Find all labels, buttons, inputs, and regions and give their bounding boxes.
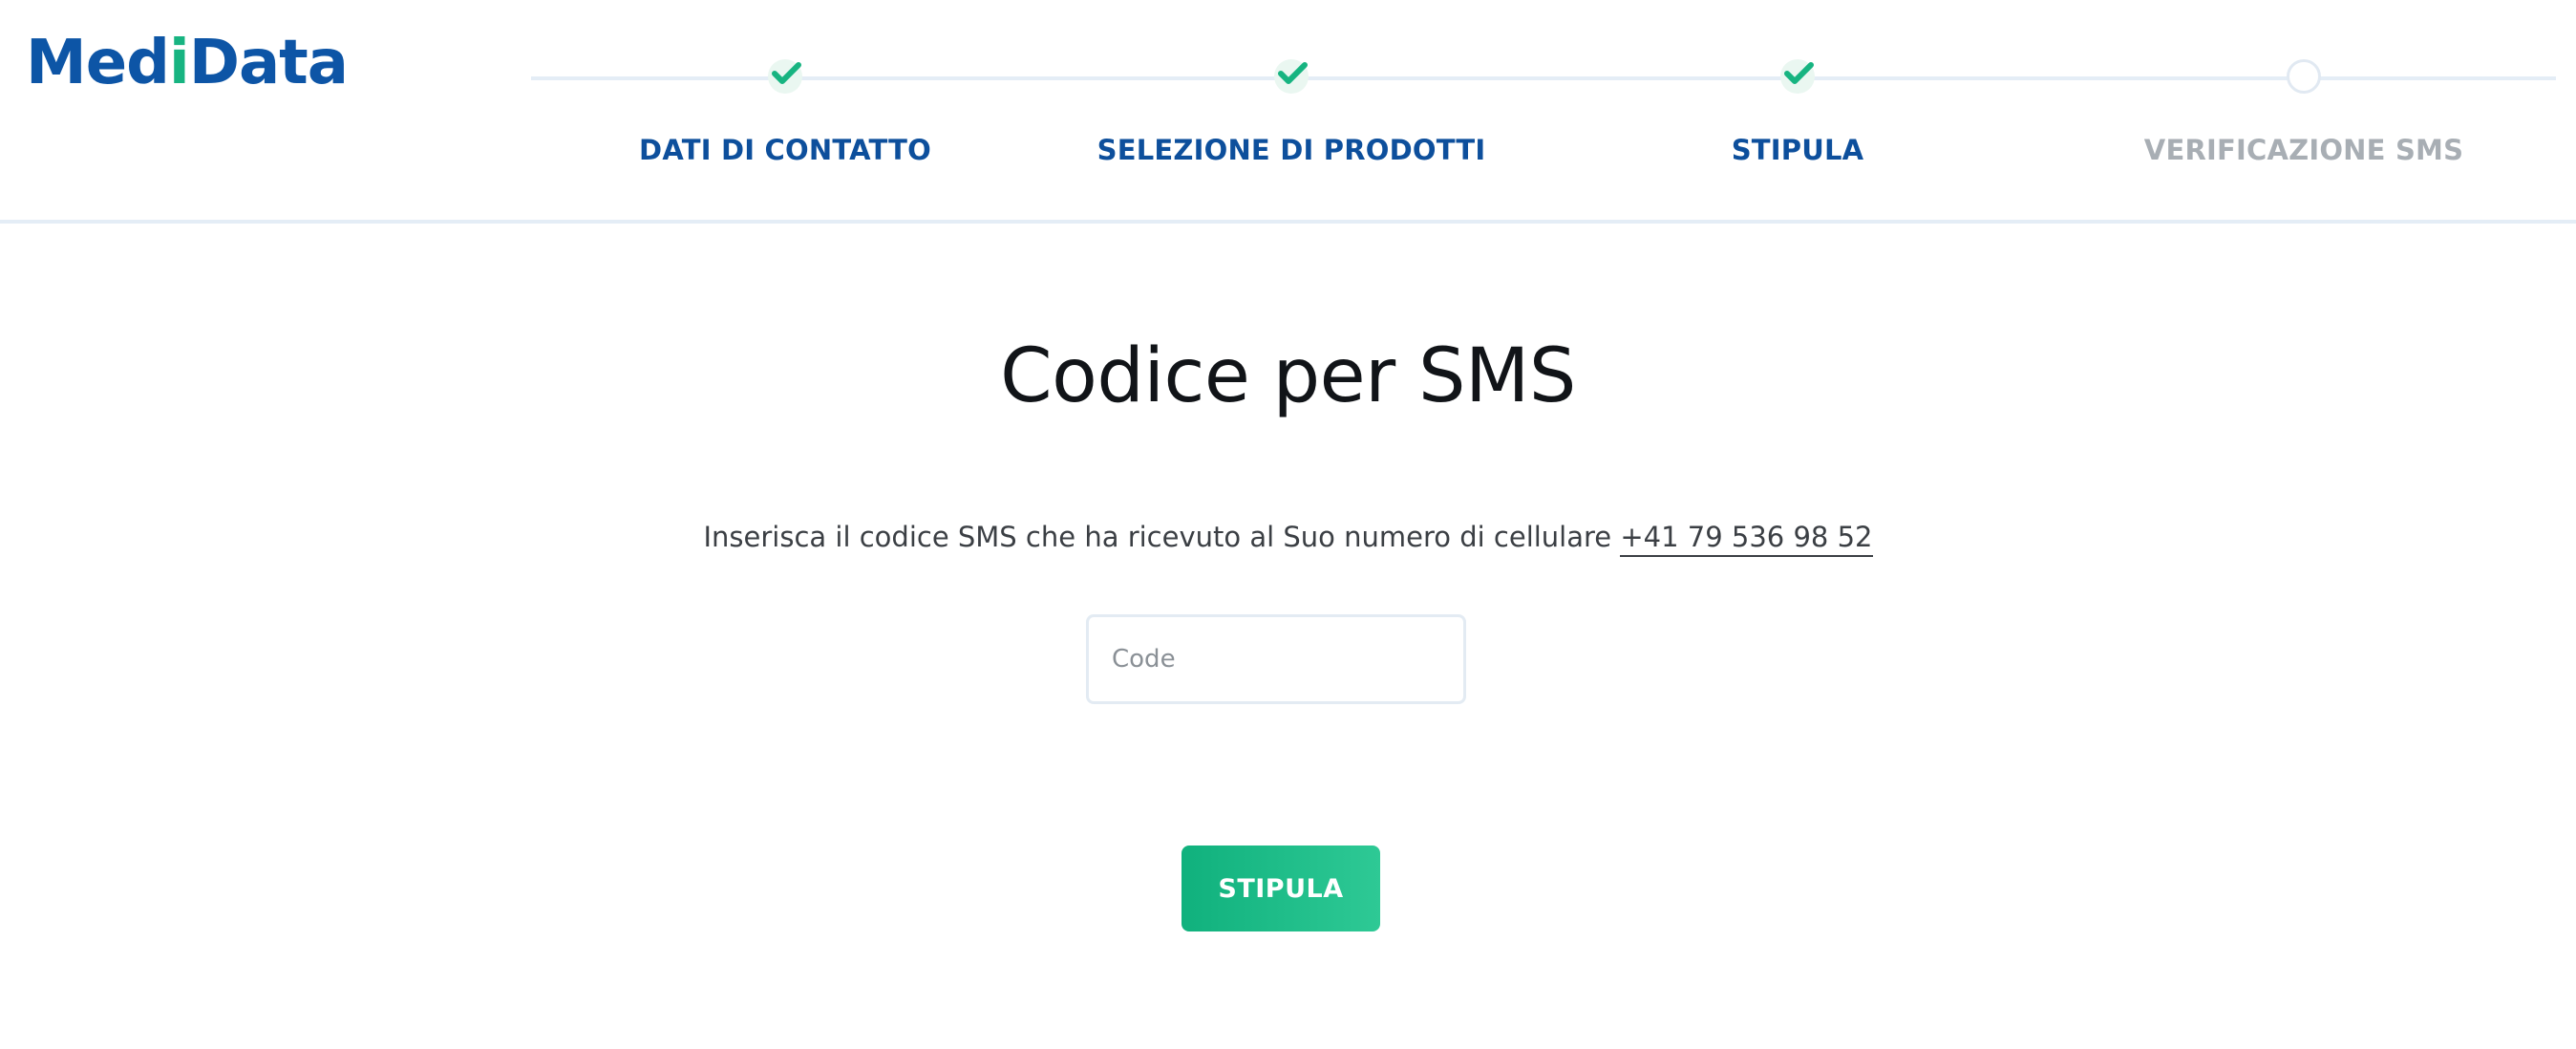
step-3-marker	[1780, 59, 1815, 94]
empty-circle-icon	[2287, 59, 2321, 94]
step-selezione-di-prodotti: SELEZIONE DI PRODOTTI	[1038, 55, 1544, 180]
stipula-button[interactable]: STIPULA	[1182, 846, 1380, 931]
step-2-label: SELEZIONE DI PRODOTTI	[1096, 134, 1486, 166]
sms-code-input[interactable]	[1086, 614, 1466, 704]
logo-text-part-2: i	[168, 28, 190, 98]
step-3-label: STIPULA	[1731, 134, 1864, 166]
step-1-label: DATI DI CONTATTO	[639, 134, 931, 166]
sms-instruction: Inserisca il codice SMS che ha ricevuto …	[0, 521, 2576, 557]
step-1-marker	[768, 59, 802, 94]
checkmark-icon	[1784, 62, 1814, 84]
checkmark-icon	[772, 62, 801, 84]
medidata-logo[interactable]: MediData	[26, 32, 349, 94]
step-4-label: VERIFICAZIONE SMS	[2143, 134, 2464, 166]
instruction-text: Inserisca il codice SMS che ha ricevuto …	[703, 521, 1612, 553]
step-2-marker	[1274, 59, 1309, 94]
step-dati-di-contatto: DATI DI CONTATTO	[532, 55, 1038, 180]
logo-text-part-3: Data	[188, 28, 349, 98]
logo-text-part-1: Med	[26, 28, 170, 98]
checkmark-icon	[1278, 62, 1308, 84]
phone-number-link[interactable]: +41 79 536 98 52	[1620, 521, 1873, 557]
page-header: MediData DATI DI CONTATTO SELEZIONE DI P…	[0, 0, 2576, 224]
step-verificazione-sms: VERIFICAZIONE SMS	[2051, 55, 2557, 180]
step-stipula: STIPULA	[1544, 55, 2051, 180]
page-title: Codice per SMS	[1000, 333, 1576, 419]
